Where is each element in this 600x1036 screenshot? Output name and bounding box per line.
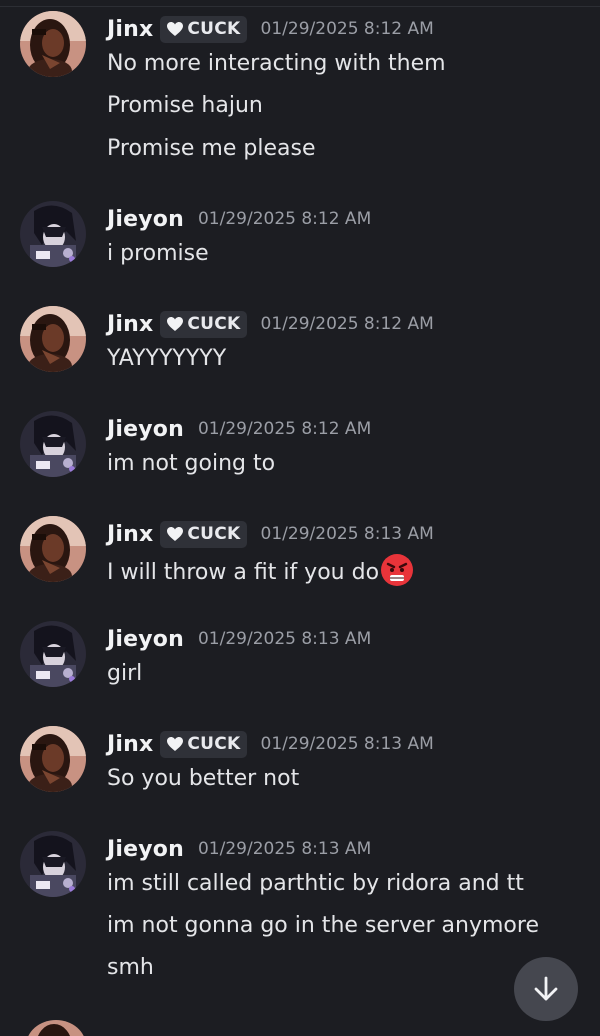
avatar-jieyon[interactable]: [20, 621, 86, 687]
message-text: So you better not: [107, 766, 300, 791]
message-text: girl: [107, 661, 143, 686]
message-text: smh: [107, 955, 154, 980]
username[interactable]: Jinx: [107, 312, 153, 337]
message-text: Promise hajun: [107, 93, 263, 118]
message-text: im still called parthtic by ridora and t…: [107, 871, 524, 896]
user-tag[interactable]: CUCK: [160, 15, 247, 43]
avatar-jinx[interactable]: [20, 726, 86, 792]
angry-face-emoji: [381, 554, 414, 586]
user-tag-label: CUCK: [187, 524, 241, 544]
message-text: YAYYYYYYY: [107, 346, 227, 371]
avatar-jinx[interactable]: [20, 11, 86, 77]
arrow-down-icon: [534, 976, 558, 1001]
user-tag-label: CUCK: [187, 19, 241, 39]
heart-icon: [167, 527, 184, 541]
user-tag[interactable]: CUCK: [160, 310, 247, 338]
message-text: Promise me please: [107, 136, 316, 161]
username[interactable]: Jieyon: [107, 627, 184, 652]
avatar-jinx[interactable]: [20, 306, 86, 372]
username[interactable]: Jieyon: [107, 417, 184, 442]
avatar-jinx-partial[interactable]: [26, 1016, 86, 1036]
avatar-jieyon[interactable]: [20, 411, 86, 477]
heart-icon: [167, 22, 184, 36]
timestamp: 01/29/2025 8:12 AM: [197, 209, 372, 229]
message-text: i promise: [107, 241, 209, 266]
message-text: im not going to: [107, 451, 276, 476]
timestamp: 01/29/2025 8:13 AM: [197, 839, 372, 859]
message-text-content: I will throw a fit if you do: [107, 560, 380, 585]
username[interactable]: Jinx: [107, 522, 153, 547]
avatar-jieyon[interactable]: [20, 831, 86, 897]
message-text: No more interacting with them: [107, 51, 446, 76]
scroll-to-bottom-button[interactable]: [514, 957, 578, 1021]
username[interactable]: Jinx: [107, 17, 153, 42]
user-tag[interactable]: CUCK: [160, 730, 247, 758]
timestamp: 01/29/2025 8:12 AM: [260, 19, 434, 39]
timestamp: 01/29/2025 8:12 AM: [260, 314, 434, 334]
avatar-jinx[interactable]: [20, 516, 86, 582]
timestamp: 01/29/2025 8:13 AM: [260, 524, 434, 544]
heart-icon: [167, 737, 184, 751]
timestamp: 01/29/2025 8:12 AM: [197, 419, 372, 439]
username[interactable]: Jieyon: [107, 837, 184, 862]
user-tag-label: CUCK: [187, 734, 241, 754]
message-list[interactable]: Jinx CUCK 01/29/2025 8:12 AM No more int…: [0, 0, 600, 1036]
username[interactable]: Jieyon: [107, 207, 184, 232]
heart-icon: [167, 317, 184, 331]
username[interactable]: Jinx: [107, 732, 153, 757]
message-text: I will throw a fit if you do: [107, 553, 414, 586]
user-tag[interactable]: CUCK: [160, 520, 247, 548]
avatar-jieyon[interactable]: [20, 201, 86, 267]
timestamp: 01/29/2025 8:13 AM: [197, 629, 372, 649]
message-text: im not gonna go in the server anymore: [107, 913, 539, 938]
user-tag-label: CUCK: [187, 314, 241, 334]
timestamp: 01/29/2025 8:13 AM: [260, 734, 434, 754]
